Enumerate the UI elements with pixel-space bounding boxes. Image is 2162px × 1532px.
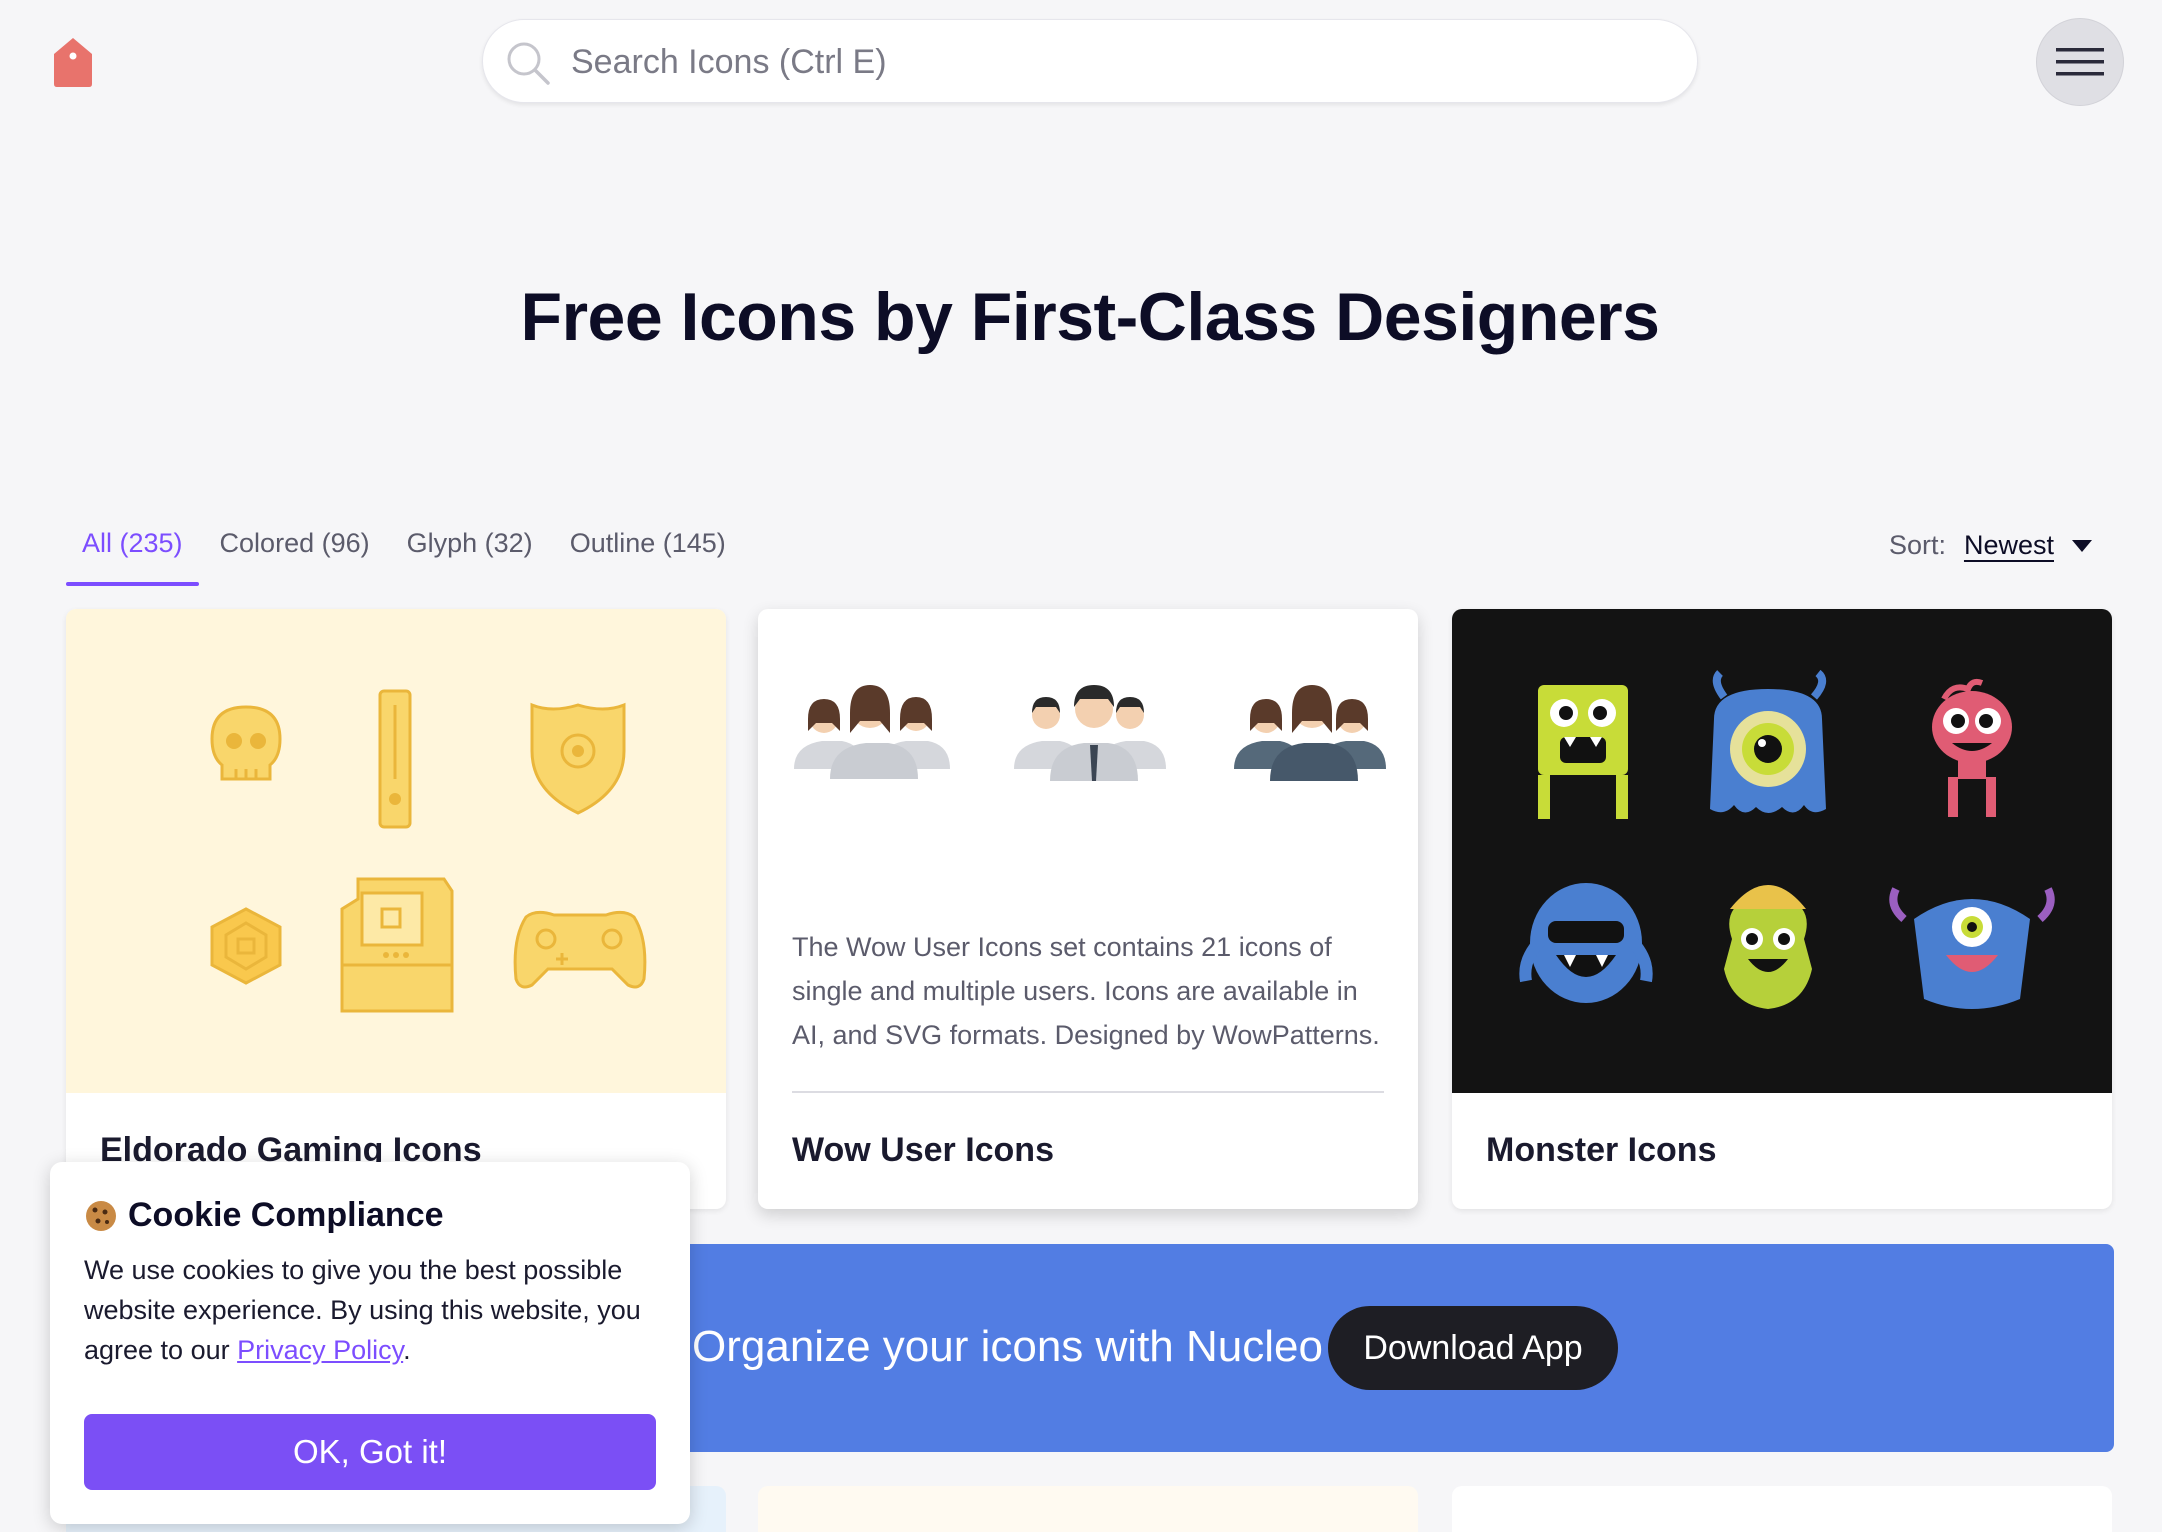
cookie-title: Cookie Compliance	[84, 1196, 444, 1235]
filter-tabs: All (235) Colored (96) Glyph (32) Outlin…	[66, 520, 747, 586]
privacy-policy-link[interactable]: Privacy Policy	[237, 1335, 403, 1365]
card-thumbnail	[66, 609, 726, 1093]
pink-monster-icon	[1932, 678, 2012, 817]
arcade-machine-icon	[340, 877, 454, 1013]
cookie-consent-dialog: Cookie Compliance We use cookies to give…	[50, 1162, 690, 1524]
sort-label: Sort:	[1888, 530, 1946, 560]
men-group-icon	[1014, 685, 1166, 781]
search-bar[interactable]	[482, 19, 1698, 104]
tab-outline[interactable]: Outline (145)	[554, 520, 742, 586]
accept-cookies-button[interactable]: OK, Got it!	[84, 1414, 656, 1490]
skull-icon	[210, 705, 282, 781]
top-bar	[0, 0, 2162, 130]
blue-cyclops-icon	[1710, 669, 1827, 813]
cookie-icon	[86, 1200, 116, 1231]
coin-icon	[210, 907, 282, 985]
icon-set-card-eldorado[interactable]: Eldorado Gaming Icons	[66, 609, 726, 1209]
promo-banner: Organize your icons with Nucleo Download…	[664, 1244, 2114, 1452]
tab-glyph[interactable]: Glyph (32)	[391, 520, 549, 586]
sort-value[interactable]: Newest	[1964, 530, 2054, 561]
cookie-body-suffix: .	[403, 1335, 411, 1365]
caret-down-icon[interactable]	[2072, 539, 2092, 552]
tab-colored[interactable]: Colored (96)	[204, 520, 386, 586]
icon-set-card[interactable]	[758, 1486, 1418, 1532]
page-title: Free Icons by First-Class Designers	[520, 279, 1660, 355]
console-icon	[378, 689, 412, 829]
tab-all[interactable]: All (235)	[66, 520, 199, 586]
banner-text: Organize your icons with Nucleo	[692, 1322, 1323, 1371]
icon-set-card-wow-user[interactable]: The Wow User Icons set contains 21 icons…	[758, 609, 1418, 1209]
icon-set-card-monster[interactable]: Monster Icons	[1452, 609, 2112, 1209]
cookie-title-text: Cookie Compliance	[128, 1196, 444, 1234]
divider	[792, 1091, 1384, 1093]
card-title: Wow User Icons	[792, 1131, 1054, 1169]
sort-control[interactable]: Sort: Newest	[1889, 530, 2092, 561]
search-input[interactable]	[571, 20, 1671, 104]
green-monster-icon	[1538, 685, 1628, 819]
menu-button[interactable]	[2036, 18, 2124, 106]
horned-monster-icon	[1889, 887, 2055, 1009]
card-thumbnail	[1452, 609, 2112, 1093]
download-app-button[interactable]: Download App	[1328, 1306, 1618, 1390]
women-group-icon	[794, 685, 950, 779]
sunglasses-monster-icon	[1519, 883, 1653, 1003]
nucleo-logo-icon[interactable]	[50, 36, 96, 88]
shield-icon	[530, 702, 626, 815]
card-description: The Wow User Icons set contains 21 icons…	[792, 932, 1380, 1050]
helmet-monster-icon	[1724, 885, 1812, 1009]
hamburger-icon	[2056, 48, 2104, 76]
search-icon	[507, 42, 550, 85]
card-title: Monster Icons	[1486, 1131, 1717, 1169]
gamepad-icon	[513, 910, 647, 989]
icon-set-card[interactable]	[1452, 1486, 2112, 1532]
mixed-group-icon	[1234, 685, 1386, 781]
cookie-body: We use cookies to give you the best poss…	[84, 1250, 664, 1370]
